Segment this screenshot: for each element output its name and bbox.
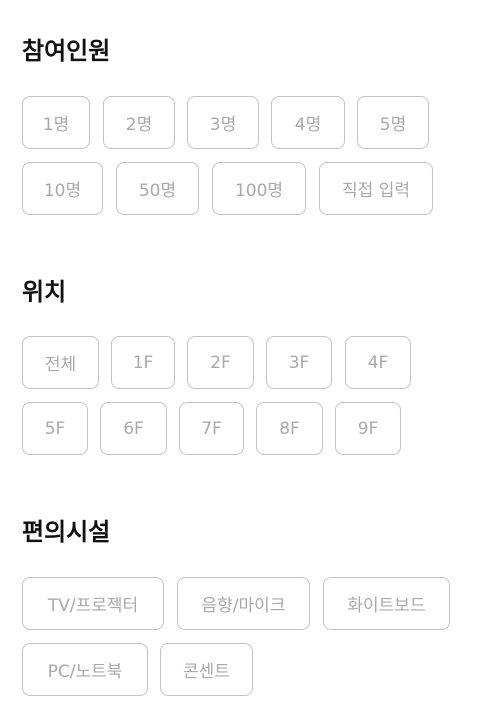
participants-title: 참여인원 [22, 37, 111, 65]
amenity-option-audio-mic[interactable]: 음향/마이크 [177, 577, 310, 630]
location-option-6f[interactable]: 6F [100, 402, 167, 455]
amenity-option-whiteboard[interactable]: 화이트보드 [323, 577, 450, 630]
location-option-1f[interactable]: 1F [111, 336, 175, 389]
location-option-7f[interactable]: 7F [179, 402, 244, 455]
location-option-9f[interactable]: 9F [335, 402, 401, 455]
participants-option-10[interactable]: 10명 [22, 162, 103, 215]
participants-option-100[interactable]: 100명 [212, 162, 306, 215]
location-option-2f[interactable]: 2F [187, 336, 254, 389]
location-title: 위치 [22, 278, 67, 306]
participants-option-4[interactable]: 4명 [271, 96, 345, 149]
participants-option-2[interactable]: 2명 [103, 96, 175, 149]
amenity-option-tv-projector[interactable]: TV/프로젝터 [22, 577, 164, 630]
participants-option-1[interactable]: 1명 [22, 96, 90, 149]
participants-option-50[interactable]: 50명 [116, 162, 199, 215]
amenities-title: 편의시설 [22, 518, 111, 546]
participants-option-5[interactable]: 5명 [357, 96, 429, 149]
amenity-option-outlet[interactable]: 콘센트 [160, 643, 253, 696]
location-option-all[interactable]: 전체 [22, 336, 99, 389]
amenity-option-pc-laptop[interactable]: PC/노트북 [22, 643, 148, 696]
location-option-5f[interactable]: 5F [22, 402, 88, 455]
location-option-3f[interactable]: 3F [266, 336, 332, 389]
participants-option-3[interactable]: 3명 [187, 96, 259, 149]
location-option-4f[interactable]: 4F [345, 336, 411, 389]
participants-custom-input-button[interactable]: 직접 입력 [319, 162, 433, 215]
location-option-8f[interactable]: 8F [256, 402, 323, 455]
